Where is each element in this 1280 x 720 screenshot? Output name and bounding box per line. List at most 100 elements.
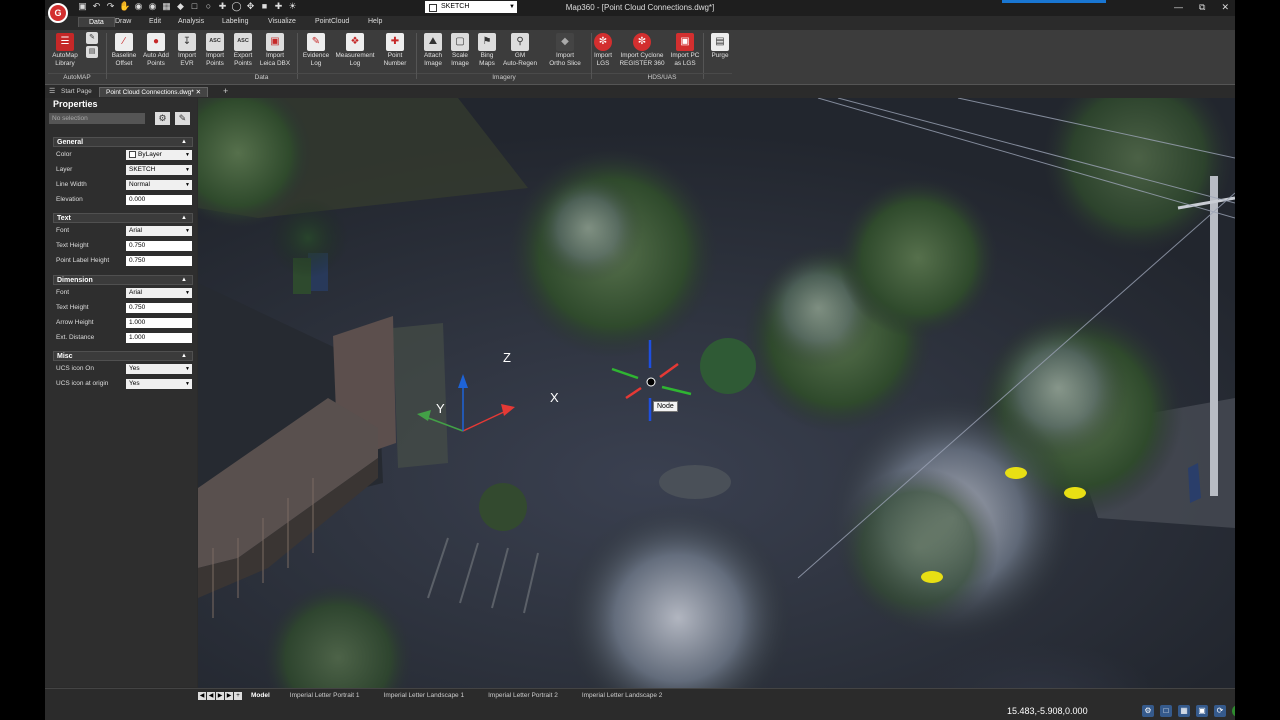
section-label: Misc (57, 353, 73, 360)
title-bar: G ▣ ↶ ↷ ✋ ◉ ◉ ▦ ◆ □ ○ ✚ ◯ ✥ ■ ✚ ☀ SKETCH… (45, 0, 1235, 23)
drawing-viewport[interactable]: Z X Y Node (198, 98, 1235, 688)
model-space-icon[interactable]: □ (1160, 705, 1172, 717)
import-leica-dbx-icon: ▣ (266, 33, 284, 51)
chevron-down-icon: ▼ (185, 366, 190, 372)
sync-icon[interactable]: ⟳ (1214, 705, 1226, 717)
auto-add-points-button[interactable]: ● Auto Add Points (139, 33, 173, 67)
import-cyclone-icon: ✼ (633, 33, 651, 51)
bing-maps-label-1: Bing (480, 52, 494, 59)
property-input[interactable]: 0.750 (126, 241, 192, 251)
import-pc-as-lgs-button[interactable]: ▣ Import PC as LGS (668, 33, 702, 67)
property-dropdown[interactable]: ByLayer ▼ (126, 150, 192, 160)
viewports-icon[interactable]: ▦ (1178, 705, 1190, 717)
tab-imperial-letter-landscape-2[interactable]: Imperial Letter Landscape 2 (570, 691, 675, 700)
automap-library-button[interactable]: ☰ AutoMap Library (48, 33, 82, 67)
measurement-log-button[interactable]: ❖ Measurement Log (335, 33, 375, 67)
property-input[interactable]: 1.000 (126, 333, 192, 343)
display-icon[interactable]: ▣ (1196, 705, 1208, 717)
tab-pointcloud[interactable]: PointCloud (315, 18, 349, 25)
gm-auto-regen-label-1: GM (514, 52, 526, 59)
section-general[interactable]: General ▲ (53, 137, 193, 147)
section-dimension[interactable]: Dimension ▲ (53, 275, 193, 285)
bing-maps-button[interactable]: ⚑ Bing Maps (470, 33, 504, 67)
collapse-icon[interactable]: ▲ (181, 352, 187, 361)
evidence-log-label-1: Evidence (302, 52, 330, 59)
property-input[interactable]: 0.000 (126, 195, 192, 205)
collapse-icon[interactable]: ▲ (181, 138, 187, 147)
property-input[interactable]: 0.750 (126, 303, 192, 313)
color-swatch (129, 150, 136, 158)
attach-image-icon: ⛰ (424, 33, 442, 51)
property-input[interactable]: 1.000 (126, 318, 192, 328)
baseline-offset-button[interactable]: ∕ Baseline Offset (107, 33, 141, 67)
property-value: 1.000 (129, 334, 146, 341)
ribbon-tab-bar: Data Draw Edit Analysis Labeling Visuali… (45, 16, 1235, 30)
property-dropdown[interactable]: Normal ▼ (126, 180, 192, 190)
tab-help[interactable]: Help (368, 18, 382, 25)
property-label: Font (56, 227, 70, 234)
property-row: Arrow Height 1.000 (53, 317, 193, 329)
restore-icon[interactable]: ⧉ (1199, 2, 1205, 13)
status-ok-icon[interactable]: ✓ (1232, 705, 1235, 717)
tab-visualize[interactable]: Visualize (268, 18, 296, 25)
gm-auto-regen-button[interactable]: ⚲ GM Auto-Regen (501, 33, 539, 67)
bing-maps-label-2: Maps (479, 59, 495, 67)
property-dropdown[interactable]: SKETCH ▼ (126, 165, 192, 175)
evidence-log-button[interactable]: ✎ Evidence Log (299, 33, 333, 67)
property-label: UCS icon at origin (56, 380, 109, 387)
minimize-icon[interactable]: — (1174, 2, 1183, 13)
tab-data[interactable]: Data (78, 17, 115, 27)
prev-layout-icon[interactable]: ◀ (207, 691, 215, 700)
property-dropdown[interactable]: Yes ▼ (126, 364, 192, 374)
import-ortho-slice-button[interactable]: ◆ Import Ortho Slice (546, 33, 584, 67)
property-value: Yes (129, 365, 140, 372)
section-text[interactable]: Text ▲ (53, 213, 193, 223)
tab-point-cloud-connections[interactable]: Point Cloud Connections.dwg* ✕ (99, 87, 209, 97)
import-ortho-slice-label-1: Import (555, 52, 575, 59)
add-layout-icon[interactable]: + (234, 691, 242, 700)
first-layout-icon[interactable]: ◀ (198, 691, 206, 700)
collapse-icon[interactable]: ▲ (181, 214, 187, 223)
property-row: Point Label Height 0.750 (53, 255, 193, 267)
tab-analysis[interactable]: Analysis (178, 18, 204, 25)
tab-draw[interactable]: Draw (115, 18, 131, 25)
property-dropdown[interactable]: Arial ▼ (126, 288, 192, 298)
close-tab-icon[interactable]: ✕ (196, 89, 201, 96)
property-value: Yes (129, 380, 140, 387)
property-value: Arial (129, 289, 143, 296)
tab-imperial-letter-landscape-1[interactable]: Imperial Letter Landscape 1 (372, 691, 477, 700)
group-data-label: Data (107, 73, 416, 83)
window-controls: — ⧉ ✕ (1174, 2, 1229, 13)
import-lgs-button[interactable]: ✼ Import LGS (586, 33, 620, 67)
property-input[interactable]: 0.750 (126, 256, 192, 266)
automap-library-label-1: AutoMap (52, 52, 78, 59)
export-points-button[interactable]: ASC Export Points (226, 33, 260, 67)
last-layout-icon[interactable]: ▶ (225, 691, 233, 700)
import-points-icon-text: ASC (209, 38, 221, 45)
point-number-icon: ✚ (386, 33, 404, 51)
point-number-button[interactable]: ✚ Point Number (378, 33, 412, 67)
import-leica-dbx-button[interactable]: ▣ Import Leica DBX (258, 33, 292, 67)
import-cyclone-register-button[interactable]: ✼ Import Cyclone REGISTER 360 (618, 33, 666, 67)
property-dropdown[interactable]: Yes ▼ (126, 379, 192, 389)
new-tab-icon[interactable]: + (223, 86, 228, 96)
account-bar[interactable] (1002, 0, 1106, 3)
close-icon[interactable]: ✕ (1221, 2, 1229, 13)
next-layout-icon[interactable]: ▶ (216, 691, 224, 700)
baseline-offset-label-2: Offset (115, 59, 133, 67)
tab-imperial-letter-portrait-2[interactable]: Imperial Letter Portrait 2 (476, 691, 570, 700)
settings-icon[interactable]: ⚙ (1142, 705, 1154, 717)
section-misc[interactable]: Misc ▲ (53, 351, 193, 361)
tab-model[interactable]: Model (243, 691, 278, 700)
tab-imperial-letter-portrait-1[interactable]: Imperial Letter Portrait 1 (278, 691, 372, 700)
tab-start-page[interactable]: Start Page (55, 87, 98, 96)
automap-tools-button[interactable]: ✎ ▤ (81, 32, 103, 59)
property-value: 1.000 (129, 319, 146, 326)
tab-edit[interactable]: Edit (149, 18, 161, 25)
property-dropdown[interactable]: Arial ▼ (126, 226, 192, 236)
tab-labeling[interactable]: Labeling (222, 18, 248, 25)
purge-label: Purge (711, 52, 729, 59)
app-logo-icon[interactable]: G (48, 3, 68, 23)
purge-button[interactable]: ▤ Purge (703, 33, 737, 60)
collapse-icon[interactable]: ▲ (181, 276, 187, 285)
